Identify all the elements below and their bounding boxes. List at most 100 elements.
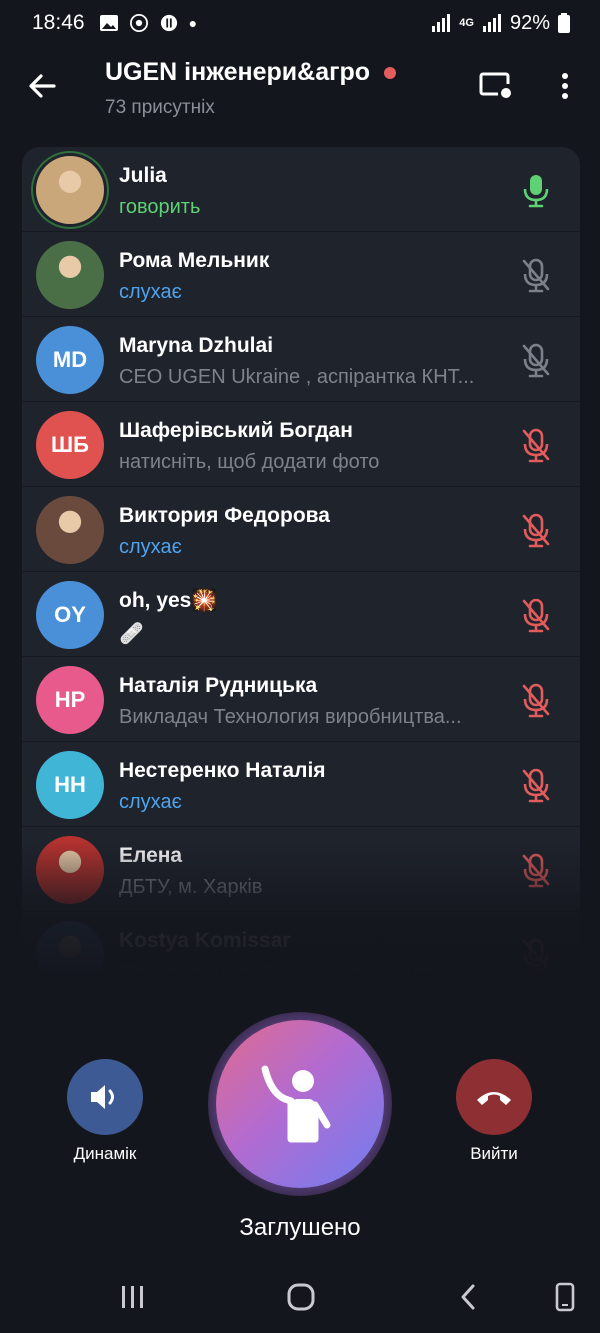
call-header: UGEN інженери&агро 73 присутніх: [0, 46, 600, 136]
participant-name: Шаферівський Богдан: [119, 419, 353, 443]
more-notifications-dot: ●: [188, 15, 198, 31]
microphone-muted-icon: [522, 853, 550, 888]
avatar-initials: НН: [36, 751, 104, 819]
avatar-initials: OY: [36, 581, 104, 649]
participant-name: Maryna Dzhulai: [119, 334, 273, 358]
participant-status: слухає: [119, 791, 182, 813]
participant-status: Ось чому ти моя, ось чому я с тобо...: [119, 961, 464, 983]
participant-status: 🩹: [119, 623, 144, 645]
participant-name-text: Kostya Komissar: [119, 929, 291, 952]
battery-icon: [558, 13, 570, 33]
participant-row[interactable]: НН Нестеренко Наталія слухає: [22, 742, 580, 827]
participant-row[interactable]: ШБ Шаферівський Богдан натисніть, щоб дода…: [22, 402, 580, 487]
network-type: 4G: [459, 17, 474, 29]
participant-status: CEO UGEN Ukraine , аспірантка КНТ...: [119, 366, 475, 388]
status-time: 18:46: [32, 11, 85, 34]
participant-row[interactable]: Julia говорить: [22, 147, 580, 232]
microphone-muted-icon: [522, 1023, 549, 1042]
participant-status: ДБТУ, м. Харків: [119, 876, 263, 898]
participant-name: Julia: [119, 164, 167, 188]
keyboard-toggle-icon[interactable]: [548, 1280, 582, 1314]
participant-name: Наталія Рудницька: [119, 674, 317, 698]
participant-row[interactable]: Елена ДБТУ, м. Харків: [22, 827, 580, 912]
participant-name-text: Maryna Dzhulai: [119, 334, 274, 357]
leave-button[interactable]: [456, 1059, 532, 1135]
participant-name: oh, yes🎇: [119, 589, 218, 613]
avatar-initials-text: OY: [54, 602, 86, 627]
group-name: UGEN інженери&агро: [105, 58, 371, 86]
participant-row[interactable]: MD Maryna Dzhulai CEO UGEN Ukraine , аспір…: [22, 317, 580, 402]
avatar-initials-text: НН: [54, 772, 86, 797]
battery-percent: 92%: [509, 11, 550, 34]
group-title: UGEN інженери&агро: [105, 58, 397, 87]
participant-name: Ярік: [119, 1014, 163, 1038]
status-bar: 18:46 ● 4G 92%: [0, 0, 600, 46]
name-emoji: 🎇: [191, 589, 218, 612]
hang-up-icon: [477, 1092, 511, 1105]
back-arrow-icon[interactable]: [24, 68, 60, 104]
microphone-muted-icon: [522, 258, 550, 293]
microphone-muted-icon: [522, 513, 550, 548]
raise-hand-button[interactable]: [216, 1020, 384, 1188]
participant-name-text: oh, yes: [119, 589, 192, 612]
more-options-icon[interactable]: [553, 68, 577, 104]
avatar-photo: [36, 921, 104, 989]
participants-list[interactable]: Julia говорить Рома Мельник слухає MD Maryna …: [22, 147, 580, 1042]
avatar-photo: [36, 836, 104, 904]
participant-name-text: Елена: [119, 844, 183, 867]
signal-icon-2: [482, 14, 501, 32]
home-icon[interactable]: [284, 1280, 318, 1314]
speaker-icon: [91, 1085, 114, 1109]
participant-status: говорить: [119, 196, 201, 218]
participant-name: Рома Мельник: [119, 249, 269, 273]
notification-icons: ●: [99, 14, 197, 32]
avatar-initials-text: MD: [52, 347, 88, 372]
gallery-icon: [99, 15, 118, 31]
participant-status: натисніть, щоб додати фото: [119, 451, 380, 473]
participant-name: Елена: [119, 844, 182, 868]
participant-name-text: Рома Мельник: [119, 249, 270, 272]
participant-name-text: Виктория Федорова: [119, 504, 330, 527]
participant-name-text: Шаферівський Богдан: [119, 419, 353, 442]
participant-row[interactable]: OY oh, yes🎇 🩹: [22, 572, 580, 657]
participant-status: слухає: [119, 536, 182, 558]
participant-row[interactable]: Kostya Komissar Ось чому ти моя, ось чому…: [22, 912, 580, 997]
mute-status-label: Заглушено: [239, 1214, 361, 1241]
title-block: UGEN інженери&агро 73 присутніх: [105, 58, 397, 119]
microphone-muted-icon: [522, 343, 550, 378]
chrome-icon: [129, 14, 148, 32]
participant-row[interactable]: Виктория Федорова слухає: [22, 487, 580, 572]
system-nav-bar: [0, 1262, 600, 1333]
participant-name-text: Julia: [119, 164, 167, 187]
participant-name-text: Ярік: [119, 1014, 164, 1037]
avatar-initials: Я: [36, 1006, 104, 1042]
microphone-icon: [523, 175, 549, 208]
raise-hand-icon: [261, 1065, 331, 1143]
participant-name: Нестеренко Наталія: [119, 759, 326, 783]
participant-name-text: Нестеренко Наталія: [119, 759, 326, 782]
avatar-initials: НР: [36, 666, 104, 734]
screen-share-icon[interactable]: [478, 70, 514, 102]
microphone-muted-icon: [522, 428, 550, 463]
participant-row[interactable]: Рома Мельник слухає: [22, 232, 580, 317]
back-nav-icon[interactable]: [452, 1280, 486, 1314]
avatar-photo: [36, 496, 104, 564]
microphone-muted-icon: [522, 598, 550, 633]
avatar-initials: MD: [36, 326, 104, 394]
avatar-photo: [36, 156, 104, 224]
microphone-muted-icon: [522, 683, 550, 718]
avatar-initials-text: Я: [62, 1027, 78, 1042]
avatar-initials-text: НР: [54, 687, 86, 712]
microphone-muted-icon: [522, 938, 550, 973]
microphone-muted-icon: [522, 768, 550, 803]
avatar-initials-text: ШБ: [51, 432, 89, 457]
participant-status: Викладач Технология виробництва...: [119, 706, 462, 728]
participant-name: Kostya Komissar: [119, 929, 291, 953]
speaker-button[interactable]: [67, 1059, 143, 1135]
leave-label: Вийти: [470, 1144, 518, 1163]
participant-status: слухає: [119, 281, 182, 303]
recent-apps-icon[interactable]: [116, 1280, 150, 1314]
speaker-label: Динамік: [73, 1144, 137, 1163]
participants-count: 73 присутніх: [105, 97, 215, 118]
participant-row[interactable]: НР Наталія Рудницька Викладач Технология в…: [22, 657, 580, 742]
